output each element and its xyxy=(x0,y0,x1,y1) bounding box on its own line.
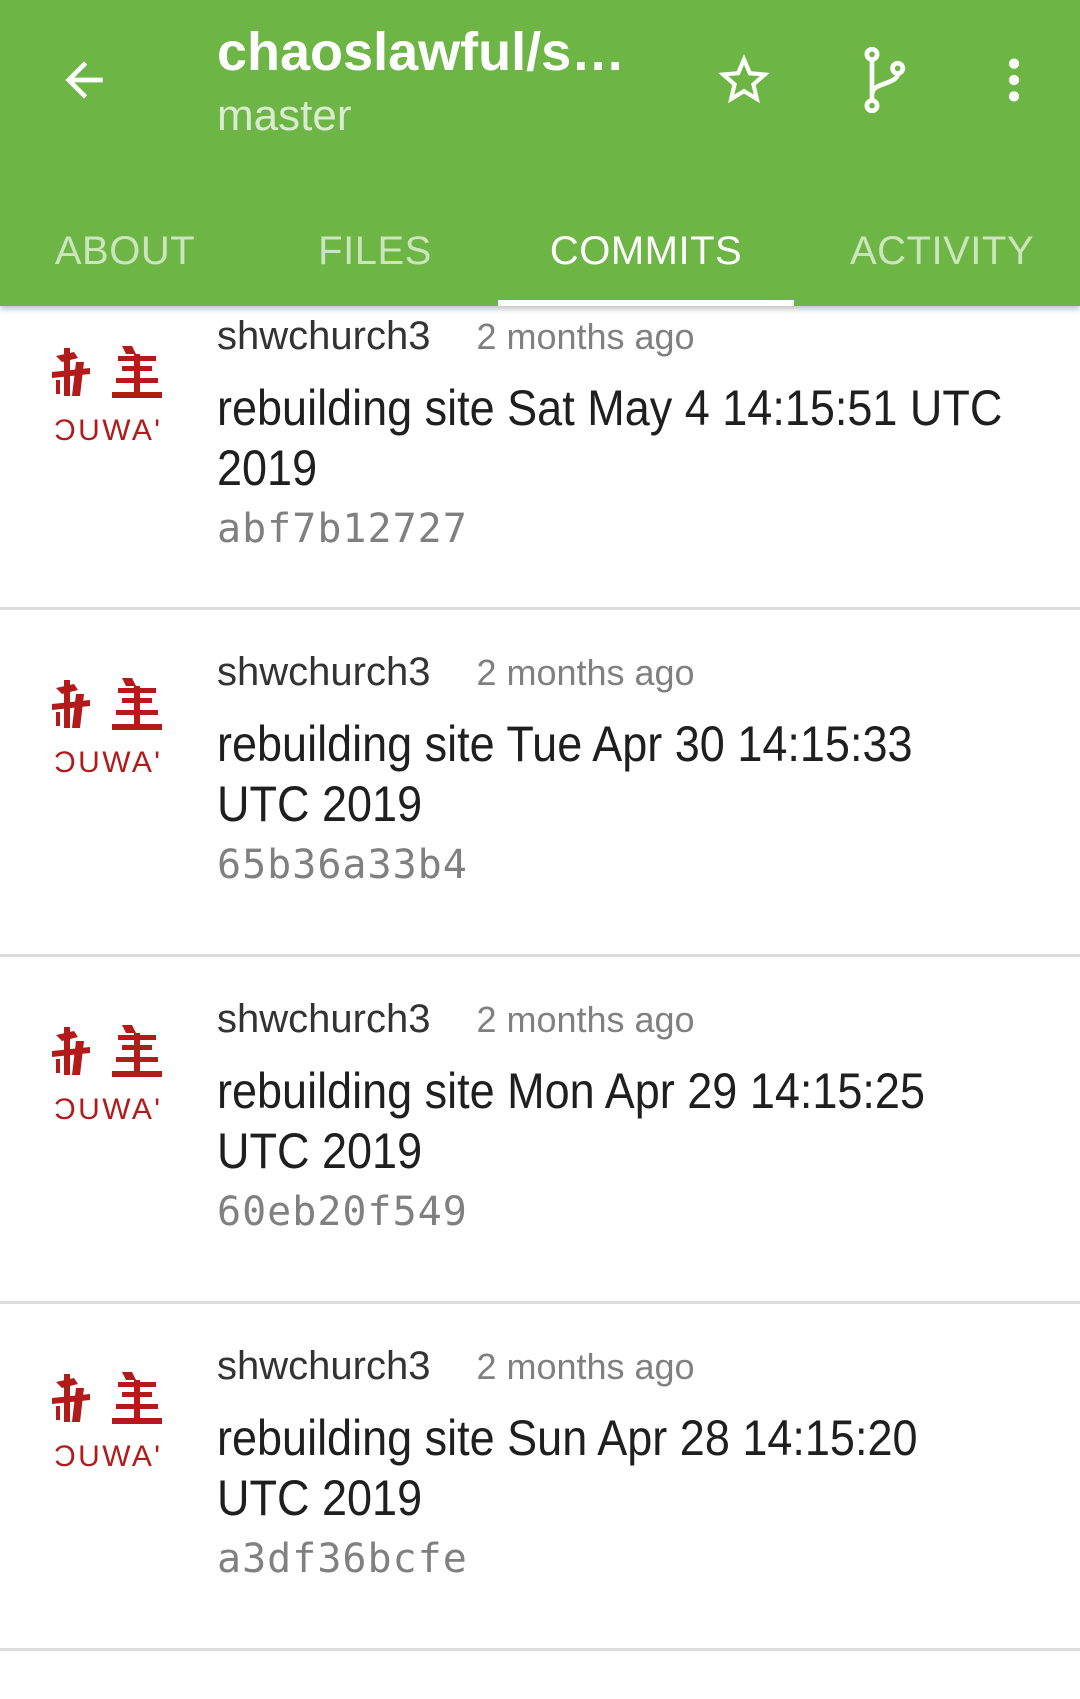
commit-author: shwchurch3 xyxy=(217,1344,431,1388)
commit-sha: 60eb20f549 xyxy=(217,1189,468,1235)
branch-name: master xyxy=(217,91,352,140)
fork-button[interactable] xyxy=(850,44,922,116)
active-tab-indicator xyxy=(498,300,794,306)
commit-time: 2 months ago xyxy=(476,652,695,693)
commit-message: rebuilding site Tue Apr 30 14:15:33 UTC … xyxy=(217,716,913,832)
commit-row[interactable]: ƆUWA' shwchurch3 2 months ago rebuilding … xyxy=(0,1304,1080,1651)
title-block: chaoslawful/s… master xyxy=(217,18,657,144)
tab-bar: ABOUT FILES COMMITS ACTIVITY xyxy=(0,196,1080,306)
avatar-text: ƆUWA' xyxy=(54,414,160,447)
avatar: ƆUWA' xyxy=(52,678,162,779)
commit-time: 2 months ago xyxy=(476,1346,695,1387)
commit-author: shwchurch3 xyxy=(217,314,431,358)
commit-meta: shwchurch3 2 months ago xyxy=(217,650,695,695)
more-vertical-icon xyxy=(1008,58,1020,102)
avatar: ƆUWA' xyxy=(52,1372,162,1473)
commit-meta: shwchurch3 2 months ago xyxy=(217,314,695,359)
commit-time: 2 months ago xyxy=(476,316,695,357)
star-button[interactable] xyxy=(708,44,780,116)
commit-row[interactable]: ƆUWA' shwchurch3 2 months ago rebuilding … xyxy=(0,957,1080,1304)
repo-title: chaoslawful/s… xyxy=(217,22,626,82)
tab-activity[interactable]: ACTIVITY xyxy=(822,196,1062,306)
commit-row[interactable]: ƆUWA' shwchurch3 2 months ago rebuilding … xyxy=(0,610,1080,957)
more-options-button[interactable] xyxy=(978,44,1050,116)
commit-time: 2 months ago xyxy=(476,999,695,1040)
commit-list: ƆUWA' shwchurch3 2 months ago rebuilding … xyxy=(0,306,1080,1651)
commit-sha: 65b36a33b4 xyxy=(217,842,468,888)
avatar-text: ƆUWA' xyxy=(54,746,160,779)
commit-author: shwchurch3 xyxy=(217,650,431,694)
tab-about[interactable]: ABOUT xyxy=(20,196,230,306)
app-bar: chaoslawful/s… master ABOUT FILES COMMIT… xyxy=(0,0,1080,306)
commit-sha: abf7b12727 xyxy=(217,506,468,552)
avatar: ƆUWA' xyxy=(52,1025,162,1126)
avatar: ƆUWA' xyxy=(52,346,162,447)
arrow-left-icon xyxy=(65,61,103,99)
commit-author: shwchurch3 xyxy=(217,997,431,1041)
tab-files[interactable]: FILES xyxy=(270,196,480,306)
commit-message: rebuilding site Mon Apr 29 14:15:25 UTC … xyxy=(217,1063,925,1179)
commit-meta: shwchurch3 2 months ago xyxy=(217,1344,695,1389)
star-outline-icon xyxy=(718,54,770,104)
commit-message: rebuilding site Sat May 4 14:15:51 UTC 2… xyxy=(217,380,1003,496)
back-button[interactable] xyxy=(48,44,120,116)
commit-sha: a3df36bcfe xyxy=(217,1536,468,1582)
fork-icon xyxy=(864,46,906,114)
commit-meta: shwchurch3 2 months ago xyxy=(217,997,695,1042)
commit-message: rebuilding site Sun Apr 28 14:15:20 UTC … xyxy=(217,1410,918,1526)
avatar-text: ƆUWA' xyxy=(54,1440,160,1473)
avatar-text: ƆUWA' xyxy=(54,1093,160,1126)
tab-commits[interactable]: COMMITS xyxy=(498,196,794,306)
commit-row[interactable]: ƆUWA' shwchurch3 2 months ago rebuilding … xyxy=(0,306,1080,610)
